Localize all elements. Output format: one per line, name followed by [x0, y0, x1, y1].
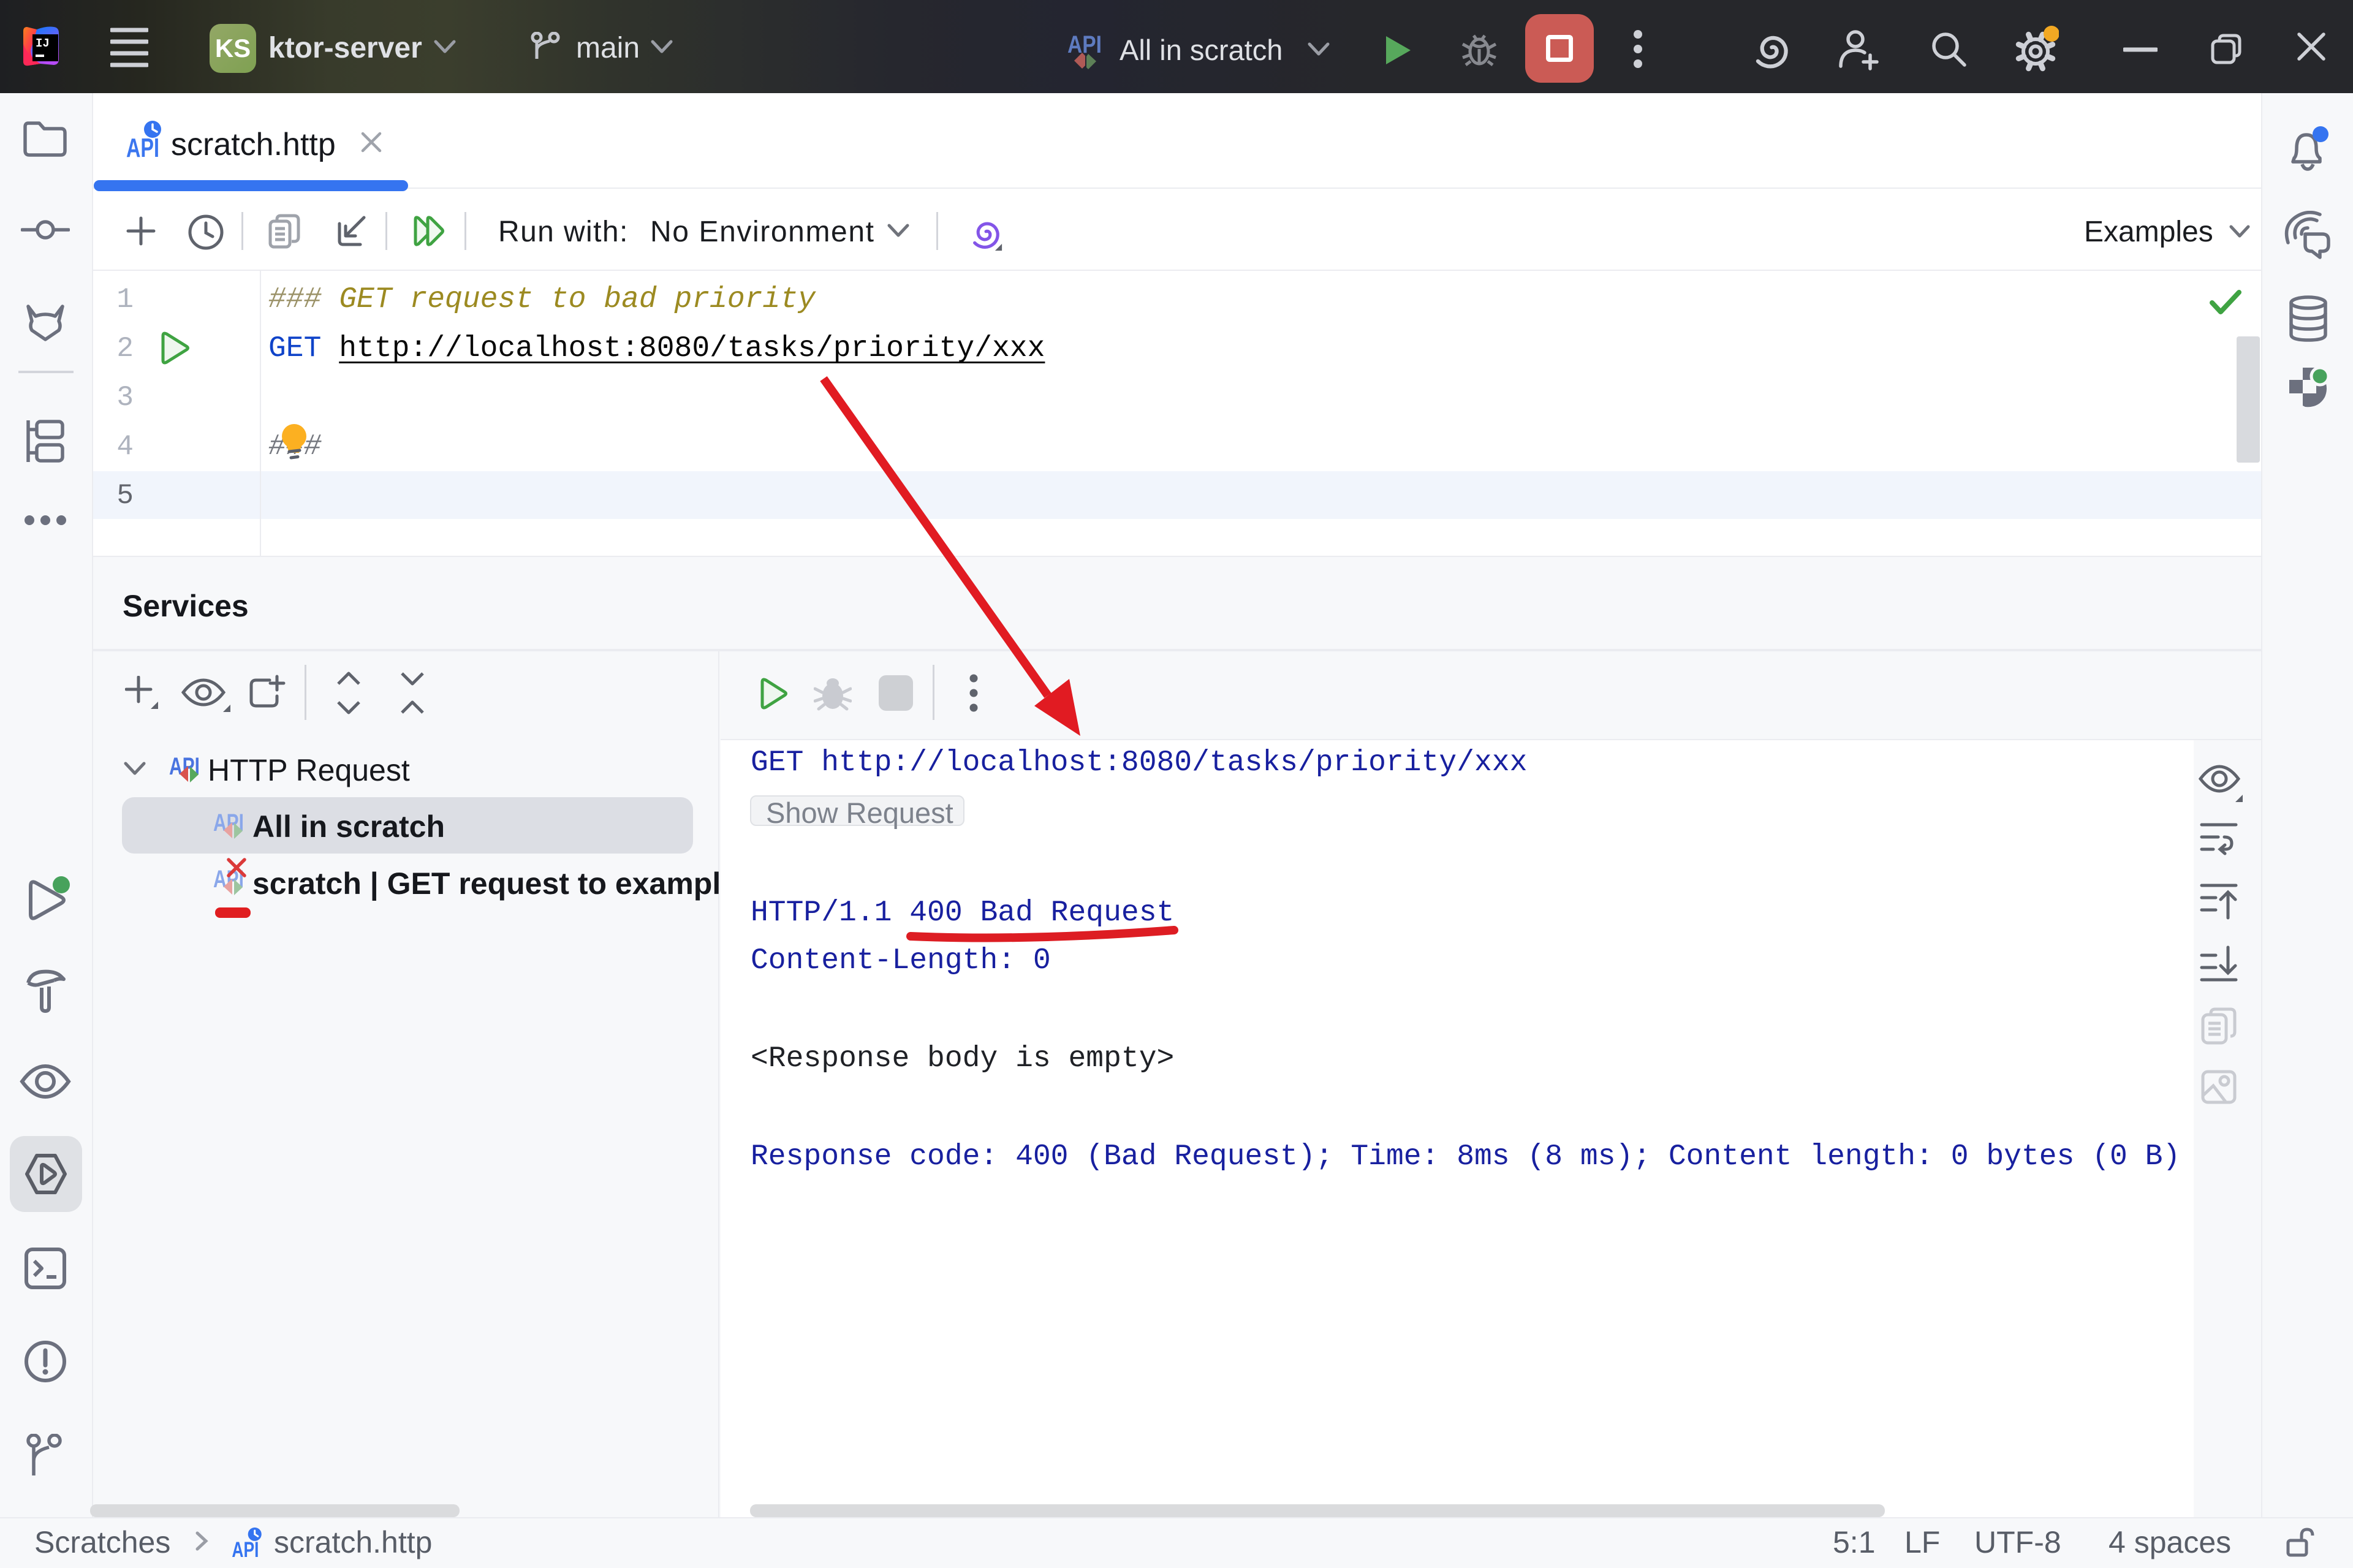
svg-text:API: API	[232, 1537, 259, 1561]
svg-text:API: API	[1067, 31, 1102, 58]
svg-text:IJ: IJ	[36, 37, 50, 50]
